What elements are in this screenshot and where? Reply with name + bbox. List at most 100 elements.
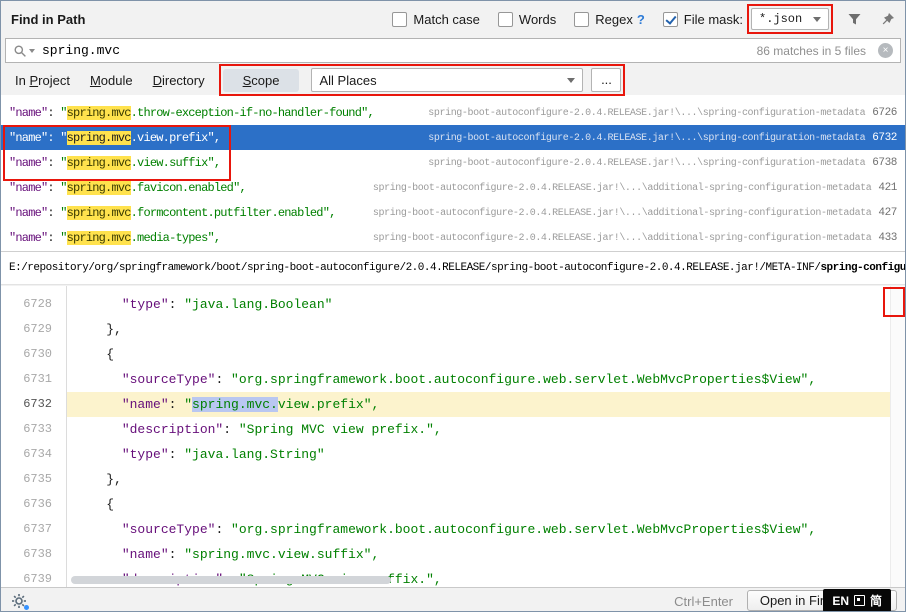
regex-help-link[interactable]: ? — [637, 12, 645, 27]
code-token: "org.springframework.boot.autoconfigure.… — [231, 372, 816, 387]
line-number: 6737 — [1, 517, 66, 542]
code-token: "name" — [122, 547, 169, 562]
code-line[interactable]: { — [67, 342, 905, 367]
ime-keyboard-icon — [854, 595, 865, 606]
result-file-path: spring-boot-autoconfigure-2.0.4.RELEASE.… — [428, 108, 865, 119]
clear-search-icon[interactable]: × — [878, 43, 893, 58]
pin-icon[interactable] — [880, 12, 895, 27]
preview-editor[interactable]: 6728672967306731673267336734673567366737… — [1, 286, 905, 587]
tab-mnemonic: S — [243, 73, 252, 88]
result-match-highlight: spring.mvc — [67, 206, 131, 220]
regex-checkbox[interactable] — [574, 12, 589, 27]
line-number: 6728 — [1, 292, 66, 317]
result-separator: : — [47, 106, 60, 120]
file-mask-select[interactable]: *.json — [751, 8, 829, 30]
ime-script: 简 — [870, 592, 882, 609]
match-case-label: Match case — [413, 12, 479, 27]
result-separator: : — [47, 206, 60, 220]
result-text: "name": "spring.mvc.media-types", — [9, 231, 220, 245]
code-token: " — [184, 397, 192, 412]
shortcut-hint: Ctrl+Enter — [674, 594, 733, 609]
result-row[interactable]: "name": "spring.mvc.media-types", spring-… — [1, 225, 905, 250]
code-line[interactable]: "type": "java.lang.Boolean" — [67, 292, 905, 317]
file-mask-option[interactable]: File mask: — [663, 12, 743, 27]
result-location: spring-boot-autoconfigure-2.0.4.RELEASE.… — [373, 232, 897, 244]
result-quote: " — [60, 206, 66, 220]
editor-code[interactable]: "type": "java.lang.Boolean" }, { "source… — [67, 286, 905, 587]
regex-label: Regex — [595, 12, 633, 27]
results-list: "name": "spring.mvc.throw-exception-if-n… — [1, 95, 905, 251]
result-json-key: "name" — [9, 106, 47, 120]
code-line[interactable]: "name": "spring.mvc.view.prefix", — [67, 392, 905, 417]
words-checkbox[interactable] — [498, 12, 513, 27]
dialog-title: Find in Path — [11, 12, 85, 27]
result-quote: " — [60, 156, 66, 170]
code-line[interactable]: }, — [67, 317, 905, 342]
regex-option[interactable]: Regex ? — [574, 12, 645, 27]
line-number: 6735 — [1, 467, 66, 492]
preview-file-path: E:/repository/org/springframework/boot/s… — [9, 262, 820, 274]
file-mask-label: File mask: — [684, 12, 743, 27]
match-case-checkbox[interactable] — [392, 12, 407, 27]
editor-gutter: 6728672967306731673267336734673567366737… — [1, 286, 67, 587]
result-separator: : — [47, 181, 60, 195]
file-mask-wrap: *.json — [751, 8, 829, 30]
result-row[interactable]: "name": "spring.mvc.view.suffix",spring-… — [1, 150, 905, 175]
result-value-rest: .media-types", — [131, 231, 221, 245]
settings-notification-dot — [24, 605, 29, 610]
scope-tab-scope[interactable]: Scope — [223, 69, 300, 92]
settings-gear-icon[interactable] — [11, 593, 27, 609]
words-option[interactable]: Words — [498, 12, 556, 27]
line-number: 6738 — [1, 542, 66, 567]
code-match-highlight: spring.mvc. — [192, 397, 278, 412]
match-count: 86 matches in 5 files — [757, 44, 866, 58]
result-location: spring-boot-autoconfigure-2.0.4.RELEASE.… — [373, 207, 897, 219]
code-line[interactable]: "type": "java.lang.String" — [67, 442, 905, 467]
code-line[interactable]: "sourceType": "org.springframework.boot.… — [67, 517, 905, 542]
code-token: }, — [75, 472, 122, 487]
search-history-chevron-icon[interactable] — [29, 49, 35, 53]
file-mask-checkbox[interactable] — [663, 12, 678, 27]
code-line[interactable]: "description": "Spring MVC view prefix."… — [67, 417, 905, 442]
match-case-option[interactable]: Match case — [392, 12, 479, 27]
result-quote: " — [60, 106, 66, 120]
result-json-key: "name" — [9, 156, 47, 170]
editor-horizontal-scrollbar[interactable] — [71, 576, 391, 584]
code-line[interactable]: "name": "spring.mvc.view.suffix", — [67, 542, 905, 567]
result-file-path: spring-boot-autoconfigure-2.0.4.RELEASE.… — [428, 158, 865, 169]
code-line[interactable]: { — [67, 492, 905, 517]
result-row[interactable]: "name": "spring.mvc.view.prefix",spring-… — [1, 125, 905, 150]
result-row[interactable]: "name": "spring.mvc.favicon.enabled",spr… — [1, 175, 905, 200]
result-separator: : — [47, 131, 60, 145]
code-token: { — [75, 347, 114, 362]
code-token: "java.lang.Boolean" — [184, 297, 332, 312]
result-match-highlight: spring.mvc — [67, 231, 131, 245]
preview-file-name: spring-configuration-metadata — [820, 262, 905, 274]
editor-scrollbar[interactable] — [890, 286, 905, 587]
scope-more-button[interactable]: ... — [591, 68, 621, 92]
scope-group: Scope All Places ... — [223, 68, 622, 92]
scope-tab-in-project[interactable]: In Project — [11, 69, 74, 92]
filter-icon[interactable] — [847, 12, 862, 27]
scope-tab-directory[interactable]: Directory — [149, 69, 209, 92]
result-row[interactable]: "name": "spring.mvc.throw-exception-if-n… — [1, 100, 905, 125]
result-line-number: 421 — [878, 182, 897, 194]
scope-select[interactable]: All Places — [311, 68, 583, 92]
ime-language-badge[interactable]: EN 简 — [823, 589, 891, 612]
result-match-highlight: spring.mvc — [67, 156, 131, 170]
result-quote: " — [60, 131, 66, 145]
result-row[interactable]: "name": "spring.mvc.formcontent.putfilte… — [1, 200, 905, 225]
tab-mnemonic: M — [90, 73, 101, 88]
scope-tab-module[interactable]: Module — [86, 69, 137, 92]
search-query: spring.mvc — [42, 43, 120, 58]
code-line[interactable]: "sourceType": "org.springframework.boot.… — [67, 367, 905, 392]
search-options: Match case Words Regex ? File mask: *.js… — [374, 8, 895, 30]
code-token: : — [215, 522, 231, 537]
tab-label: irectory — [162, 73, 205, 88]
code-line[interactable]: }, — [67, 467, 905, 492]
tab-label: odule — [101, 73, 133, 88]
line-number: 6732 — [1, 392, 66, 417]
search-input[interactable]: spring.mvc 86 matches in 5 files × — [5, 38, 901, 63]
chevron-down-icon — [567, 78, 575, 83]
result-value-rest: .view.prefix", — [131, 131, 221, 145]
